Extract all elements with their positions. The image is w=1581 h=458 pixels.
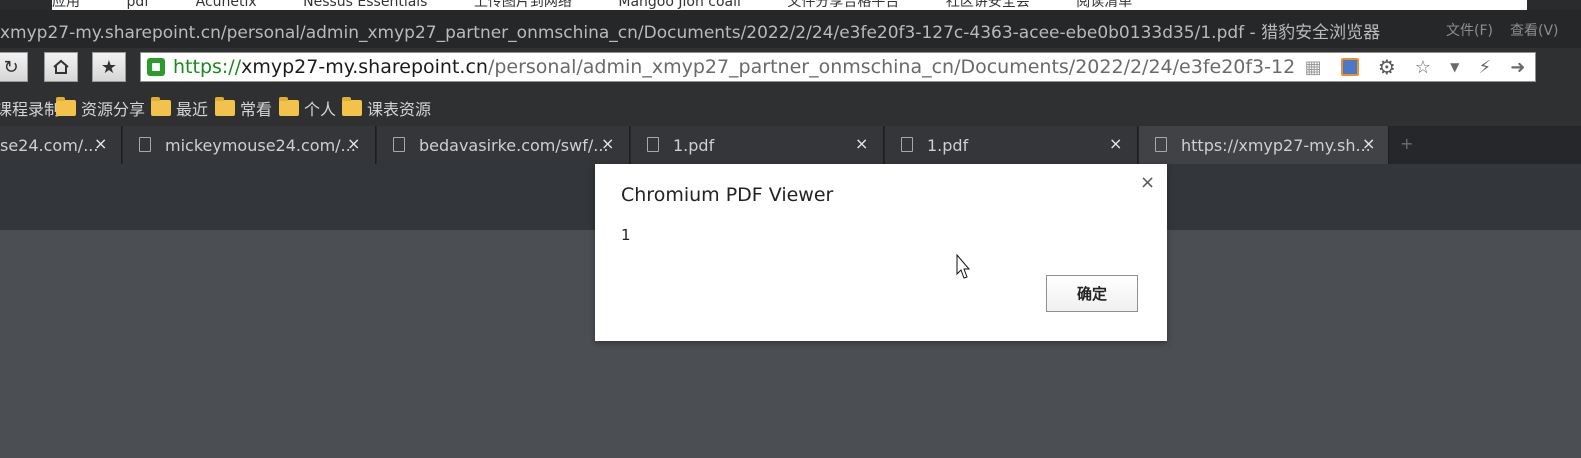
close-icon[interactable]: × — [601, 134, 614, 153]
calendar-icon[interactable] — [1340, 58, 1359, 76]
overflow-bookmarks-strip: 应用 pdf Acunetix Nessus Essentials 上传图片到网… — [0, 0, 1581, 10]
url-host: xmyp27-my.sharepoint.cn — [241, 56, 488, 78]
overflow-bookmark[interactable]: pdf — [126, 0, 149, 10]
tab-label: se24.com/... — [0, 136, 99, 155]
overflow-bookmark[interactable]: 阅读清单 — [1076, 0, 1132, 10]
home-icon — [53, 59, 69, 74]
tab[interactable]: mickeymouse24.com/... × — [123, 126, 376, 164]
browser-window: 应用 pdf Acunetix Nessus Essentials 上传图片到网… — [0, 0, 1581, 458]
overflow-bookmark[interactable]: 文件分享合格平台 — [787, 0, 899, 10]
bookmark-label: 课表资源 — [367, 100, 432, 119]
overflow-bookmarks: 应用 pdf Acunetix Nessus Essentials 上传图片到网… — [52, 0, 1527, 10]
bookmarks-bar: 课程录制 资源分享 最近 常看 个人 课表资源 — [0, 86, 1581, 126]
gear-icon[interactable]: ⚙ — [1378, 55, 1396, 79]
bookmark-label: 常看 — [240, 100, 273, 119]
folder-icon — [342, 97, 362, 116]
lightning-icon[interactable]: ⚡ — [1479, 57, 1492, 78]
folder-icon — [279, 97, 299, 116]
tab[interactable]: bedavasirke.com/swf/... × — [377, 126, 630, 164]
reload-button[interactable]: ↻ — [0, 52, 28, 82]
alert-dialog: Chromium PDF Viewer × 1 确定 — [595, 164, 1167, 341]
tab-label: bedavasirke.com/swf/... — [419, 136, 609, 155]
overflow-bookmark[interactable]: Nessus Essentials — [303, 0, 427, 10]
overflow-bookmark[interactable]: 上传图片到网络 — [474, 0, 572, 10]
close-icon[interactable]: × — [1109, 134, 1122, 153]
menu-file[interactable]: 文件(F) — [1446, 20, 1493, 40]
qr-icon[interactable]: ▦ — [1305, 57, 1322, 78]
bookmark-item[interactable]: 资源分享 — [56, 96, 145, 120]
address-bar-icons: ▦ ⚙ ☆ ▼ ⚡ ➜ — [1295, 53, 1535, 81]
chevron-down-icon[interactable]: ▼ — [1450, 60, 1459, 74]
close-icon[interactable]: × — [347, 134, 360, 153]
tab-strip: se24.com/... × mickeymouse24.com/... × b… — [0, 126, 1581, 164]
url-scheme: https:// — [173, 56, 242, 78]
page-icon — [139, 137, 151, 152]
bookmark-item[interactable]: 个人 — [279, 96, 336, 120]
title-bar: xmyp27-my.sharepoint.cn/personal/admin_x… — [0, 10, 1581, 48]
tab-label: https://xmyp27-my.sh... — [1181, 136, 1371, 155]
bookmark-item[interactable]: 最近 — [151, 96, 208, 120]
star-outline-icon[interactable]: ☆ — [1415, 57, 1431, 78]
star-icon: ★ — [100, 56, 118, 78]
page-icon — [901, 137, 913, 152]
folder-icon — [215, 97, 235, 116]
tab-active[interactable]: https://xmyp27-my.sh... × — [1139, 126, 1389, 164]
menu-view[interactable]: 查看(V) — [1510, 20, 1559, 40]
home-button[interactable] — [44, 52, 78, 82]
reload-icon: ↻ — [3, 56, 19, 78]
folder-icon — [56, 97, 76, 116]
close-icon[interactable]: × — [1140, 172, 1155, 193]
extension-area[interactable] — [1543, 52, 1581, 82]
overflow-bookmark[interactable]: Mangoo Jion coali — [618, 0, 741, 10]
bookmark-item[interactable]: 课程录制 — [0, 96, 60, 120]
tab-label: 1.pdf — [927, 136, 969, 155]
close-icon[interactable]: × — [1362, 134, 1375, 153]
page-icon — [1155, 137, 1167, 152]
tab-label: mickeymouse24.com/... — [165, 136, 356, 155]
page-icon — [647, 137, 659, 152]
bookmark-item[interactable]: 常看 — [215, 96, 272, 120]
bookmark-label: 个人 — [304, 100, 337, 119]
dialog-title: Chromium PDF Viewer — [621, 184, 834, 206]
ok-button[interactable]: 确定 — [1046, 275, 1138, 312]
bookmark-item[interactable]: 课表资源 — [342, 96, 431, 120]
forward-arrow-icon[interactable]: ➜ — [1510, 57, 1525, 78]
address-bar[interactable]: https://xmyp27-my.sharepoint.cn/personal… — [140, 52, 1536, 82]
favorite-button[interactable]: ★ — [92, 52, 126, 82]
close-icon[interactable]: × — [94, 134, 107, 153]
tab[interactable]: se24.com/... × — [0, 126, 122, 164]
close-icon[interactable]: × — [855, 134, 868, 153]
tab[interactable]: 1.pdf × — [885, 126, 1138, 164]
overflow-bookmark[interactable]: 社区讲安全会 — [946, 0, 1030, 10]
bookmark-label: 资源分享 — [81, 100, 146, 119]
url-path: /personal/admin_xmyp27_partner_onmschina… — [487, 56, 1318, 78]
window-title: xmyp27-my.sharepoint.cn/personal/admin_x… — [0, 23, 1381, 43]
overflow-bookmark[interactable]: Acunetix — [196, 0, 257, 10]
tab-label: 1.pdf — [673, 136, 715, 155]
dialog-message: 1 — [621, 226, 631, 244]
folder-icon — [151, 97, 171, 116]
tab[interactable]: 1.pdf × — [631, 126, 884, 164]
bookmark-label: 最近 — [176, 100, 209, 119]
new-tab-button[interactable]: + — [1400, 134, 1413, 153]
overflow-bookmark[interactable]: 应用 — [52, 0, 80, 10]
mouse-cursor-icon — [956, 254, 970, 279]
lock-icon — [147, 58, 165, 76]
bookmark-label: 课程录制 — [0, 100, 61, 119]
toolbar: ↻ ★ https://xmyp27-my.sharepoint.cn/pers… — [0, 48, 1581, 86]
url-text[interactable]: https://xmyp27-my.sharepoint.cn/personal… — [173, 55, 1318, 79]
page-icon — [393, 137, 405, 152]
